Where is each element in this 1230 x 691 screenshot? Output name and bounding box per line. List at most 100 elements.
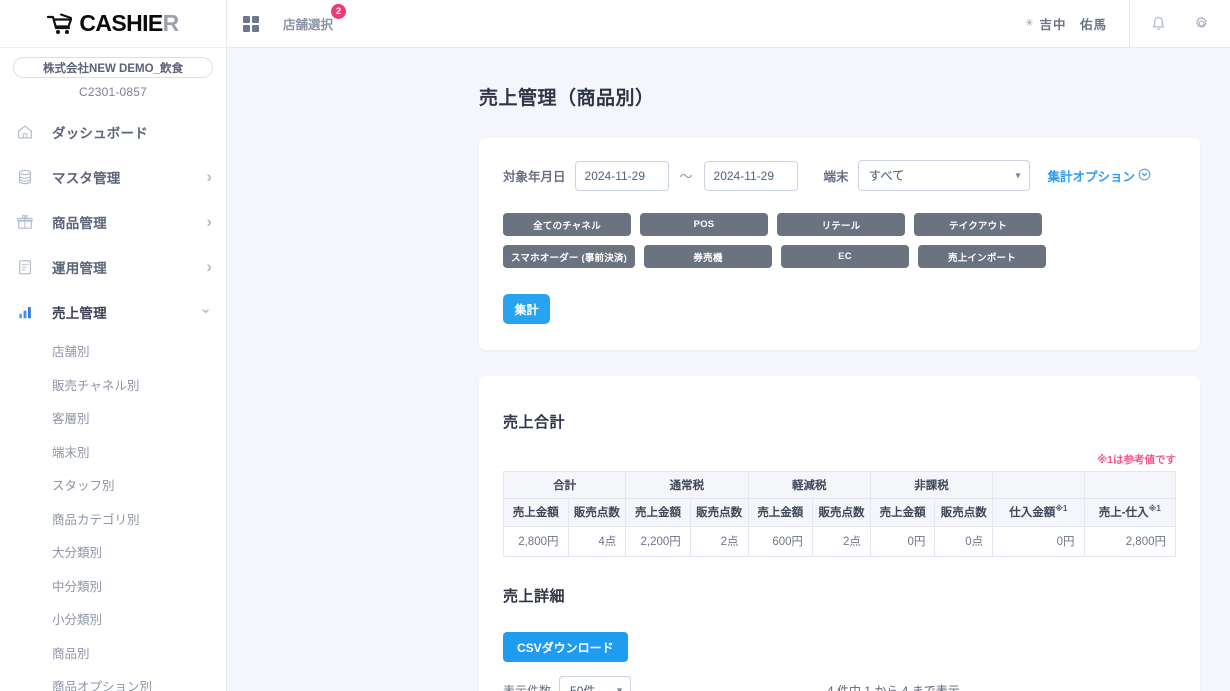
shopping-cart-icon [47,13,74,35]
summary-col-total-amount: 売上金額 [503,497,569,527]
chevron-circle-down-icon [1138,168,1151,184]
store-select-label: 店舗選択 [283,18,334,32]
channel-button-retail[interactable]: リテール [777,213,905,237]
terminal-select-wrap: すべて ▾ [857,160,1030,192]
pagination-summary: 4 件中 1 から 4 まで表示 [827,682,960,691]
sidebar-item-by-channel[interactable]: 販売チャネル別 [0,368,226,402]
sidebar-item-operations[interactable]: 運用管理 [0,244,226,289]
sidebar-item-label: ダッシュボード [52,125,148,141]
database-icon [16,168,42,186]
summary-table-head: 合計 通常税 軽減税 非課税 売上金額 販売点数 売上金額 販売点数 売上金額 … [502,470,1177,527]
summary-group-reduced: 軽減税 [747,470,871,499]
summary-group-header-row: 合計 通常税 軽減税 非課税 [502,470,1177,499]
summary-cell-standard-qty: 2点 [689,525,749,557]
summary-table-body: 2,800円 4点 2,200円 2点 600円 2点 0円 0点 0円 2,8… [503,525,1177,557]
sidebar-item-dashboard[interactable]: ダッシュボード [0,109,226,154]
sidebar-item-by-product[interactable]: 商品別 [0,636,226,670]
summary-cell-reduced-qty: 2点 [812,525,871,557]
summary-col-profit: 売上-仕入※1 [1083,497,1177,527]
user-name: 吉中 佑馬 [1039,18,1107,32]
topbar-icons [1130,15,1230,32]
aggregate-submit-button[interactable]: 集計 [503,294,550,325]
sidebar-item-sales[interactable]: 売上管理 [0,289,226,334]
summary-cell-profit: 2,800円 [1083,525,1177,557]
sidebar-item-by-mid-class[interactable]: 中分類別 [0,569,226,603]
channel-button-pos[interactable]: POS [640,213,768,237]
summary-cell-taxfree-qty: 0点 [934,525,994,557]
channel-button-sales-import[interactable]: 売上インポート [917,245,1046,269]
summary-cell-total-amount: 2,800円 [503,525,569,557]
main-area: 店舗選択 2 ✳ 吉中 佑馬 売上管理（商品別） 対象年月日 2024-11-2… [227,0,1230,691]
bell-icon[interactable] [1150,15,1167,32]
bar-chart-icon [16,303,42,321]
user-menu[interactable]: ✳ 吉中 佑馬 [1025,14,1129,33]
filter-panel: 対象年月日 ～ 端末 すべて ▾ 集計オプション [479,138,1200,351]
summary-cell-total-qty: 4点 [567,525,627,557]
sidebar-subnav-sales: 店舗別 販売チャネル別 客層別 端末別 スタッフ別 商品カテゴリ別 大分類別 中… [0,334,226,691]
summary-cell-purchase-amount: 0円 [992,525,1085,557]
summary-col-reduced-qty: 販売点数 [812,497,871,527]
channel-button-takeout[interactable]: テイクアウト [914,213,1042,237]
summary-group-taxfree: 非課税 [869,470,994,499]
topbar: 店舗選択 2 ✳ 吉中 佑馬 [227,0,1230,48]
date-from-input[interactable] [574,160,669,191]
summary-section-title: 売上合計 [503,413,566,431]
sidebar-item-master[interactable]: マスタ管理 [0,154,226,199]
summary-col-purchase-amount-mark: ※1 [1055,504,1068,514]
sidebar-item-products[interactable]: 商品管理 [0,199,226,244]
sidebar-item-by-store[interactable]: 店舗別 [0,334,226,368]
aggregation-options-toggle[interactable]: 集計オプション [1048,166,1152,185]
chevron-down-icon [199,304,212,319]
sidebar: CASHIER 株式会社NEW DEMO_飲食 C2301-0857 ダッシュボ… [0,0,227,691]
summary-col-taxfree-amount: 売上金額 [869,497,936,527]
chevron-right-icon [206,168,212,185]
summary-cell-standard-amount: 2,200円 [625,525,691,557]
date-range-separator: ～ [679,169,693,185]
grid-icon[interactable] [243,15,259,32]
summary-col-standard-amount: 売上金額 [625,497,691,527]
brand-name-accent: R [162,10,180,36]
sidebar-item-by-major-class[interactable]: 大分類別 [0,535,226,569]
display-count-select[interactable]: 50件 [559,676,632,691]
summary-group-blank-2 [1083,470,1177,499]
summary-cell-taxfree-amount: 0円 [869,525,936,557]
summary-note: ※1は参考値です [1096,453,1176,466]
company-badge[interactable]: 株式会社NEW DEMO_飲食 [13,57,213,78]
summary-subheader-row: 売上金額 販売点数 売上金額 販売点数 売上金額 販売点数 売上金額 販売点数 … [503,497,1177,527]
date-range-label: 対象年月日 [503,170,566,185]
summary-table: 合計 通常税 軽減税 非課税 売上金額 販売点数 売上金額 販売点数 売上金額 … [502,470,1177,557]
sidebar-item-by-terminal[interactable]: 端末別 [0,435,226,469]
brand-name-main: CASHIE [79,10,163,36]
chevron-right-icon [206,258,212,275]
sidebar-item-by-product-option[interactable]: 商品オプション別 [0,669,226,691]
sidebar-item-label: 売上管理 [52,305,107,321]
channel-button-vending[interactable]: 券売機 [643,245,772,269]
brand-logo[interactable]: CASHIER [0,0,226,48]
page-content: 売上管理（商品別） 対象年月日 ～ 端末 すべて ▾ [227,48,1230,691]
sidebar-item-by-staff[interactable]: スタッフ別 [0,468,226,502]
csv-download-button[interactable]: CSVダウンロード [503,632,628,663]
gear-icon[interactable] [1193,15,1210,32]
app-root: CASHIER 株式会社NEW DEMO_飲食 C2301-0857 ダッシュボ… [0,0,1230,691]
summary-group-total: 合計 [502,470,627,499]
sidebar-item-by-customer[interactable]: 客層別 [0,401,226,435]
display-count-select-wrap: 50件 ▾ [559,676,632,691]
terminal-label: 端末 [823,170,849,185]
sidebar-item-label: マスタ管理 [52,170,121,186]
channel-button-all[interactable]: 全てのチャネル [503,213,631,237]
store-select-badge: 2 [331,4,347,19]
sidebar-item-by-minor-class[interactable]: 小分類別 [0,602,226,636]
terminal-select[interactable]: すべて [857,160,1030,192]
sidebar-nav: ダッシュボード マスタ管理 商品管理 運用管理 [0,109,226,691]
summary-col-total-qty: 販売点数 [567,497,627,527]
brand-name: CASHIER [79,10,180,37]
company-code: C2301-0857 [78,85,148,99]
channel-button-mobile-order[interactable]: スマホオーダー (事前決済) [503,245,635,269]
store-select-button[interactable]: 店舗選択 2 [283,4,347,33]
user-star-icon: ✳ [1025,18,1034,29]
channel-button-ec[interactable]: EC [780,245,909,269]
summary-col-profit-mark: ※1 [1148,504,1161,514]
date-to-input[interactable] [703,160,798,191]
filter-row: 対象年月日 ～ 端末 すべて ▾ 集計オプション [503,160,1176,192]
sidebar-item-by-category[interactable]: 商品カテゴリ別 [0,502,226,536]
